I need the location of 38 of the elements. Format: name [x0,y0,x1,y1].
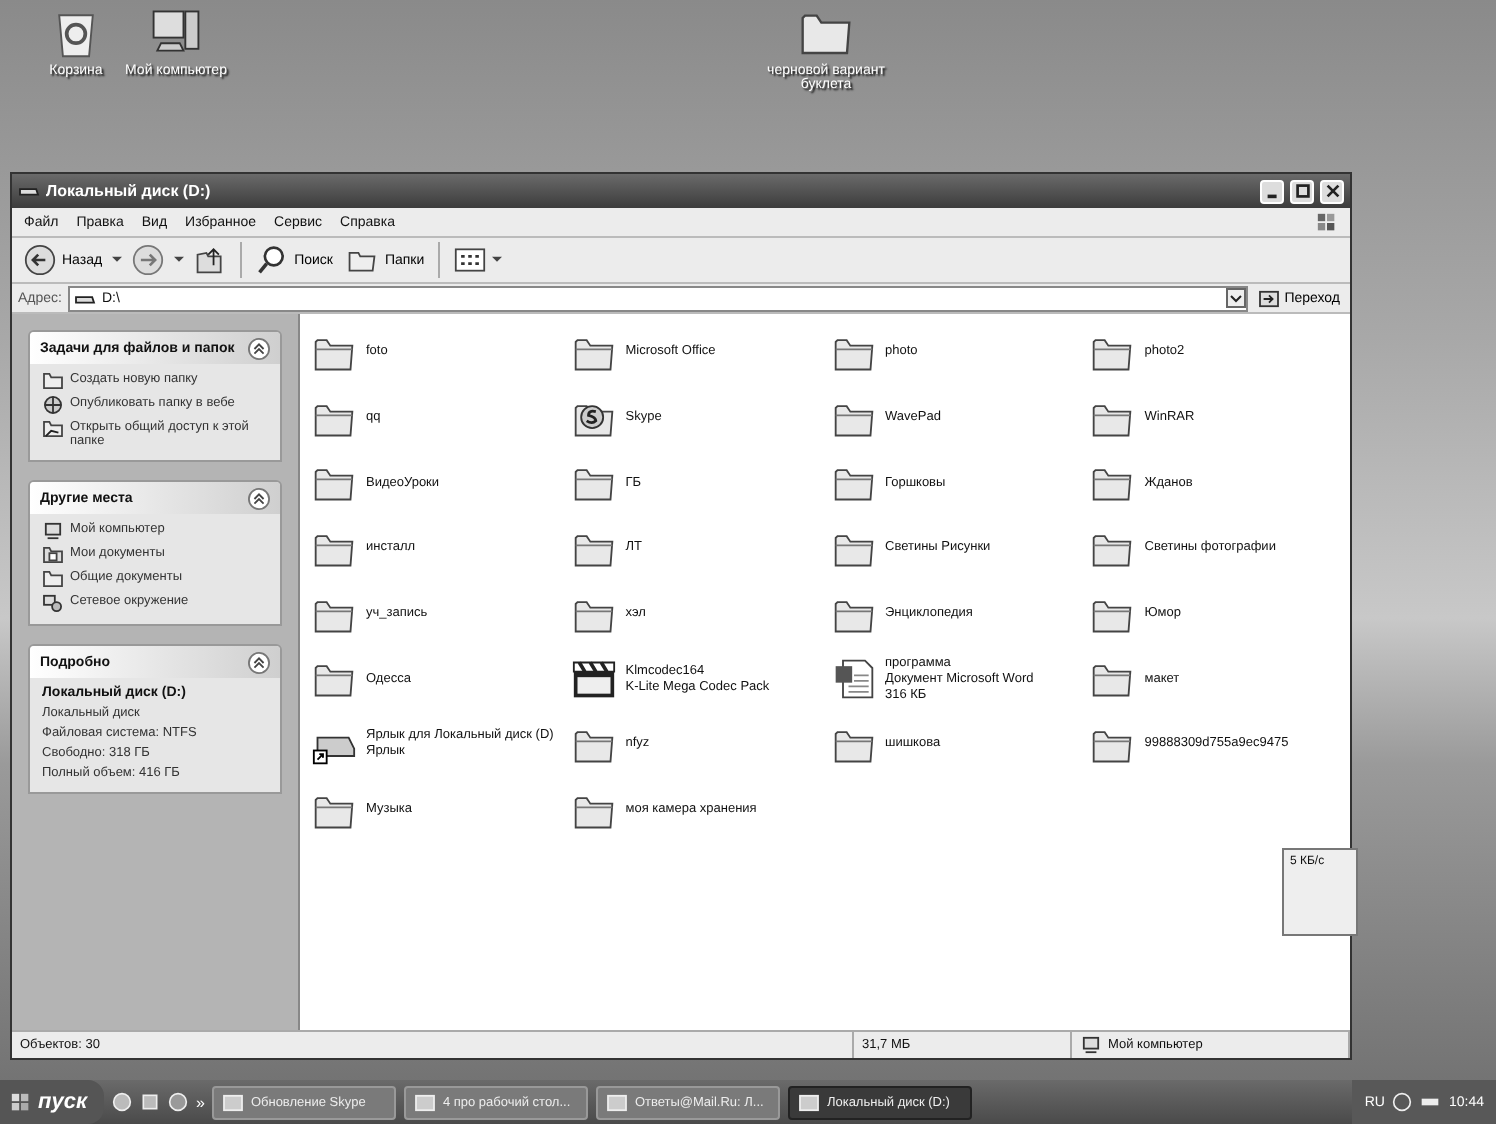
maximize-icon [1293,182,1311,200]
collapse-chevron-icon[interactable] [248,487,270,509]
search-icon [256,244,289,276]
documents-folder-icon [42,546,64,564]
folder-up-icon [194,244,227,276]
folder-hand-icon [42,420,64,438]
more-chevron[interactable]: » [196,1093,205,1111]
word-document-icon [831,658,875,701]
globe-icon [42,396,64,414]
window-icon [222,1093,245,1111]
views-button[interactable] [450,242,507,278]
clapperboard-icon [571,658,616,701]
windows-flag-icon [10,1091,32,1113]
computer-icon [42,522,64,540]
computer-icon [1080,1036,1102,1054]
folder-icon [42,372,64,390]
dropdown-caret-icon[interactable] [112,256,123,264]
start-button[interactable]: пуск [0,1080,104,1124]
close-icon [1323,182,1341,200]
close-button[interactable] [1320,179,1344,203]
window-icon [414,1093,437,1111]
windows-flag-icon [1316,211,1338,233]
drive-icon [18,182,40,200]
caret-icon [492,256,503,264]
collapse-chevron-icon[interactable] [248,651,270,673]
views-grid-icon [454,244,487,276]
forward-button[interactable] [128,242,169,278]
window-icon [798,1093,821,1111]
go-arrow-icon [1258,289,1281,307]
folder-icon [42,570,64,588]
dropdown-caret-icon[interactable] [174,256,185,264]
window-title: Локальный диск (D:) [46,182,211,200]
window-icon [606,1093,629,1111]
minimize-button[interactable] [1260,179,1284,203]
collapse-chevron-icon[interactable] [248,337,270,359]
network-computers-icon [42,594,64,612]
tray-icon[interactable] [1392,1092,1413,1112]
maximize-button[interactable] [1290,179,1314,203]
